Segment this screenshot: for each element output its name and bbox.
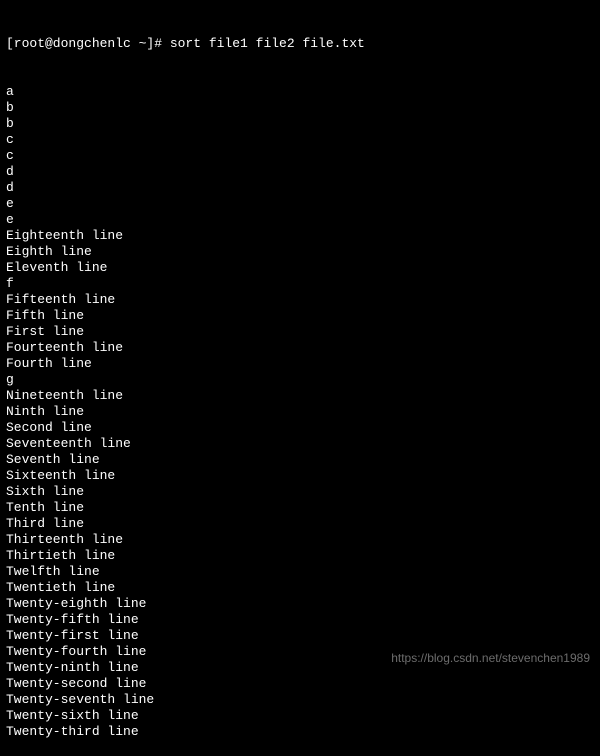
output-line: d [6, 180, 594, 196]
output-line: Fourth line [6, 356, 594, 372]
output-line: Seventeenth line [6, 436, 594, 452]
output-line: First line [6, 324, 594, 340]
output-line: Eighteenth line [6, 228, 594, 244]
output-line: e [6, 212, 594, 228]
output-line: g [6, 372, 594, 388]
watermark-text: https://blog.csdn.net/stevenchen1989 [391, 650, 590, 666]
output-line: Twenty-second line [6, 676, 594, 692]
terminal-output: abbccddeeEighteenth lineEighth lineEleve… [6, 84, 594, 740]
output-line: Eighth line [6, 244, 594, 260]
output-line: Thirtieth line [6, 548, 594, 564]
output-line: d [6, 164, 594, 180]
output-line: Twenty-seventh line [6, 692, 594, 708]
command-line: [root@dongchenlc ~]# sort file1 file2 fi… [6, 36, 594, 52]
output-line: Eleventh line [6, 260, 594, 276]
output-line: Tenth line [6, 500, 594, 516]
output-line: b [6, 116, 594, 132]
output-line: Seventh line [6, 452, 594, 468]
output-line: Fourteenth line [6, 340, 594, 356]
output-line: Sixth line [6, 484, 594, 500]
output-line: Sixteenth line [6, 468, 594, 484]
output-line: Twenty-first line [6, 628, 594, 644]
output-line: a [6, 84, 594, 100]
output-line: f [6, 276, 594, 292]
output-line: Ninth line [6, 404, 594, 420]
output-line: Second line [6, 420, 594, 436]
terminal-window[interactable]: [root@dongchenlc ~]# sort file1 file2 fi… [6, 4, 594, 756]
output-line: c [6, 132, 594, 148]
output-line: Twentieth line [6, 580, 594, 596]
output-line: Twenty-fifth line [6, 612, 594, 628]
shell-prompt: [root@dongchenlc ~]# [6, 36, 170, 52]
output-line: Twenty-sixth line [6, 708, 594, 724]
output-line: Third line [6, 516, 594, 532]
output-line: Thirteenth line [6, 532, 594, 548]
output-line: Nineteenth line [6, 388, 594, 404]
output-line: c [6, 148, 594, 164]
output-line: Twenty-third line [6, 724, 594, 740]
output-line: Twenty-eighth line [6, 596, 594, 612]
output-line: Twelfth line [6, 564, 594, 580]
output-line: Fifteenth line [6, 292, 594, 308]
output-line: b [6, 100, 594, 116]
command-text: sort file1 file2 file.txt [170, 36, 365, 52]
output-line: Fifth line [6, 308, 594, 324]
output-line: e [6, 196, 594, 212]
